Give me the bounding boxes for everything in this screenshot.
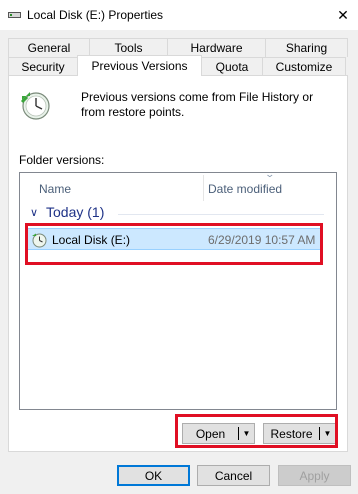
highlight-box-buttons	[175, 414, 338, 448]
group-label: Today (1)	[46, 204, 105, 220]
info-text: Previous versions come from File History…	[81, 90, 314, 119]
column-header-date-modified[interactable]: Date modified	[208, 182, 282, 196]
close-icon: ✕	[337, 6, 349, 23]
window-title: Local Disk (E:) Properties	[27, 8, 164, 22]
drive-icon	[8, 12, 21, 18]
file-history-icon	[20, 92, 50, 120]
tab-sharing[interactable]: Sharing	[265, 38, 348, 57]
sort-indicator-icon: ⌄	[264, 169, 276, 179]
group-header-today[interactable]: ∨ Today (1)	[30, 204, 330, 224]
folder-versions-list[interactable]: Name ⌄ Date modified ∨ Today (1) Local D…	[19, 169, 337, 410]
title-bar: Local Disk (E:) Properties ✕	[0, 0, 358, 30]
group-divider	[118, 214, 324, 215]
apply-button[interactable]: Apply	[278, 465, 351, 486]
tab-previous-versions[interactable]: Previous Versions	[77, 55, 202, 76]
tab-row-2: Security Previous Versions Quota Customi…	[8, 55, 346, 76]
cancel-button[interactable]: Cancel	[197, 465, 270, 486]
folder-versions-label: Folder versions:	[19, 153, 105, 167]
highlight-box-selected-item	[25, 223, 323, 265]
tab-quota[interactable]: Quota	[201, 57, 263, 76]
tab-customize[interactable]: Customize	[262, 57, 346, 76]
close-button[interactable]: ✕	[328, 0, 358, 30]
chevron-down-icon: ∨	[30, 207, 39, 219]
tab-security[interactable]: Security	[8, 57, 78, 76]
column-separator[interactable]	[203, 175, 204, 201]
ok-button[interactable]: OK	[117, 465, 190, 486]
column-header-name[interactable]: Name	[39, 182, 71, 196]
